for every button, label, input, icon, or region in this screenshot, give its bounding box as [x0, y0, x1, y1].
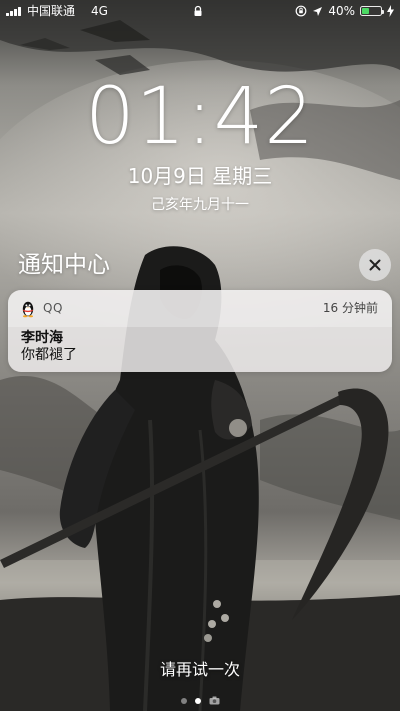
notification-center-title: 通知中心 — [18, 252, 110, 278]
notification-header: QQ 16 分钟前 — [8, 290, 392, 327]
battery-level-fill — [362, 8, 369, 14]
retry-prompt: 请再试一次 — [159, 660, 240, 679]
close-icon — [369, 259, 381, 271]
page-dot — [180, 697, 187, 704]
lock-screen-time: 01:42 — [85, 72, 315, 162]
lunar-date: 己亥年九月十一 — [151, 197, 249, 213]
orientation-lock-icon — [295, 5, 307, 17]
notification-app-name: QQ — [43, 301, 63, 315]
carrier-name: 中国联通 — [27, 4, 76, 18]
charging-bolt-icon — [387, 5, 394, 17]
signal-icon — [6, 7, 21, 16]
lock-icon — [194, 5, 202, 16]
lock-screen-date: 10月9日 星期三 — [127, 164, 273, 188]
camera-icon[interactable] — [209, 696, 220, 705]
battery-icon — [360, 6, 384, 16]
battery-percent: 40% — [328, 4, 355, 18]
notification-sender: 李时海 — [21, 330, 63, 346]
status-bar: 中国联通 4G 40% — [0, 0, 400, 22]
page-indicator — [0, 696, 400, 705]
notification-message: 你都褪了 — [21, 347, 77, 363]
location-icon — [313, 6, 323, 16]
notification-time: 16 分钟前 — [322, 301, 378, 315]
qq-notification-card[interactable]: QQ 16 分钟前 李时海 你都褪了 — [8, 290, 392, 372]
qq-penguin-icon — [22, 301, 34, 318]
network-type: 4G — [91, 4, 108, 18]
clear-notifications-button[interactable] — [359, 249, 391, 281]
page-dot-active — [194, 697, 201, 704]
